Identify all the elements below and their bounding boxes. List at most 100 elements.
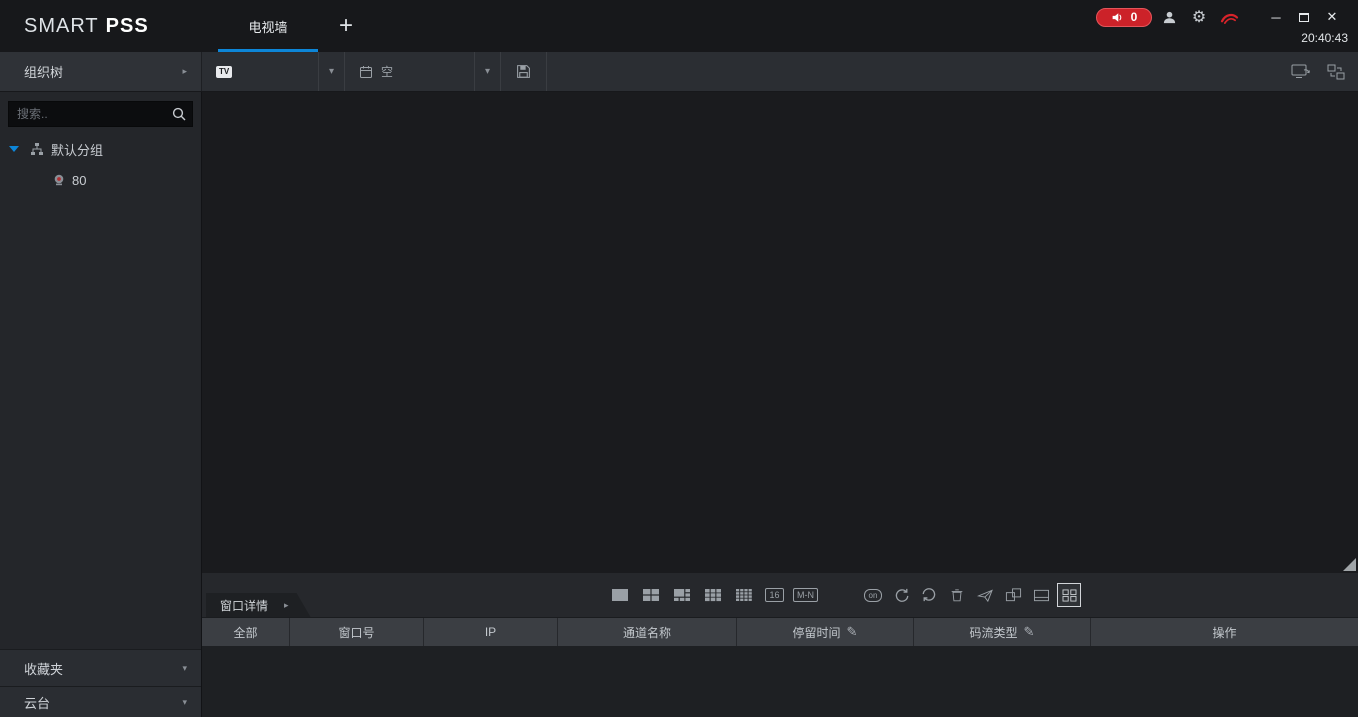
scheme-icon	[359, 65, 373, 79]
scheme-selected-text: 空	[381, 65, 394, 79]
split-1-button[interactable]	[606, 583, 633, 607]
split-6-button[interactable]	[668, 583, 695, 607]
screen-sync-icon	[1291, 63, 1310, 80]
col-header-stream-type: 码流类型 ✎	[914, 618, 1091, 646]
tree-device-item[interactable]: 80	[0, 165, 201, 195]
camera-icon	[52, 173, 66, 187]
tab-tv-wall[interactable]: 电视墙	[212, 0, 324, 52]
tab-active-underline	[218, 49, 318, 52]
scheme-select[interactable]: 空 ▾	[345, 52, 501, 91]
save-icon	[516, 64, 531, 79]
gear-icon: ⚙	[1191, 9, 1207, 26]
split-9-button[interactable]	[699, 583, 726, 607]
org-tree-panel-label: 组织树	[24, 65, 64, 80]
tree-group-default[interactable]: 默认分组	[0, 133, 201, 165]
ptz-panel-header[interactable]: 云台 ▾	[0, 686, 201, 717]
col-header-stay-time: 停留时间 ✎	[737, 618, 914, 646]
decode-on-button[interactable]: on	[861, 583, 885, 607]
scheme-select-arrow-icon: ▾	[474, 52, 500, 91]
send-icon	[976, 588, 993, 602]
stay-time-edit-icon[interactable]: ✎	[847, 624, 858, 640]
panel-collapse-arrow-icon: ▸	[182, 66, 187, 76]
screen-layout-icon	[1327, 64, 1345, 80]
col-header-ip-label: IP	[484, 625, 497, 639]
settings-button[interactable]: ⚙	[1186, 4, 1212, 30]
minimize-button[interactable]: ─	[1262, 4, 1290, 30]
stream-type-edit-icon[interactable]: ✎	[1024, 624, 1035, 640]
grid-view-icon	[1062, 588, 1076, 602]
window-details-tab[interactable]: 窗口详情 ▸	[206, 593, 311, 617]
col-header-operation-label: 操作	[1212, 625, 1237, 640]
alarm-badge-button[interactable]: 0	[1096, 7, 1152, 27]
col-header-stay-time-label: 停留时间	[792, 625, 841, 640]
split-custom-mn-button[interactable]: M-N	[792, 583, 819, 607]
wall-action-group: on	[861, 583, 1081, 607]
ptz-expand-arrow-icon: ▾	[182, 696, 187, 707]
search-input[interactable]	[8, 101, 193, 127]
tree-group-label: 默认分组	[51, 142, 104, 158]
col-header-all[interactable]: 全部	[202, 618, 290, 646]
ptz-label: 云台	[24, 695, 51, 711]
page-body: 默认分组 80 收藏夹 ▾ 云台 ▾	[0, 92, 1358, 717]
close-button[interactable]: ✕	[1318, 4, 1346, 30]
split-window-button[interactable]	[1001, 583, 1025, 607]
maximize-icon	[1299, 12, 1309, 22]
screen-sync-button[interactable]	[1286, 58, 1314, 86]
refresh-icon	[922, 588, 935, 602]
col-header-all-label: 全部	[233, 625, 258, 640]
tv-wall-select[interactable]: TV ▾	[202, 52, 345, 91]
brand-button[interactable]	[1216, 4, 1242, 30]
maximize-button[interactable]	[1290, 4, 1318, 30]
split-custom-16-button[interactable]: 16	[761, 583, 788, 607]
logo-smart: SMART	[24, 14, 99, 37]
col-header-stream-type-label: 码流类型	[969, 625, 1018, 640]
speaker-icon	[1111, 11, 1124, 24]
refresh-button[interactable]	[917, 583, 941, 607]
screen-layout-button[interactable]	[1322, 58, 1350, 86]
resize-handle[interactable]	[1343, 558, 1356, 571]
org-tree-icon	[30, 142, 44, 156]
wall-toolbar-right	[1286, 52, 1358, 91]
split-layout-group: 16 M-N	[606, 583, 819, 607]
grid-view-button[interactable]	[1057, 583, 1081, 607]
col-header-operation: 操作	[1091, 618, 1358, 646]
split-16-button[interactable]	[730, 583, 757, 607]
split-16-icon	[735, 589, 752, 601]
split-4-icon	[642, 589, 659, 601]
org-tree-panel-header[interactable]: 组织树 ▸	[0, 52, 202, 91]
tour-button[interactable]	[889, 583, 913, 607]
tv-icon: TV	[216, 65, 233, 78]
split-mn-label: M-N	[793, 588, 818, 602]
user-button[interactable]	[1156, 4, 1182, 30]
clear-button[interactable]	[945, 583, 969, 607]
favorites-expand-arrow-icon: ▾	[182, 662, 187, 673]
save-scheme-button[interactable]	[501, 52, 547, 91]
split-4-button[interactable]	[637, 583, 664, 607]
window-details-label: 窗口详情	[220, 598, 269, 613]
col-header-window-no-label: 窗口号	[338, 625, 375, 640]
split-9-icon	[704, 589, 721, 602]
search-icon[interactable]	[171, 106, 187, 122]
new-tab-button[interactable]: +	[324, 0, 368, 52]
apply-button[interactable]	[973, 583, 997, 607]
clock-text: 20:40:43	[1301, 31, 1348, 45]
info-bar-icon	[1033, 589, 1049, 601]
col-header-channel-name: 通道名称	[558, 618, 737, 646]
tab-tv-wall-label: 电视墙	[248, 19, 288, 35]
tv-wall-canvas[interactable]	[202, 92, 1358, 573]
col-header-window-no: 窗口号	[290, 618, 424, 646]
info-bar-button[interactable]	[1029, 583, 1053, 607]
alarm-count: 0	[1130, 10, 1138, 24]
window-details-table-header: 全部 窗口号 IP 通道名称 停留时间 ✎ 码流类型 ✎ 操作	[202, 617, 1358, 646]
tree-expander-icon[interactable]	[9, 146, 19, 152]
user-icon	[1162, 10, 1177, 25]
brand-swoosh-icon	[1220, 10, 1239, 25]
favorites-panel-header[interactable]: 收藏夹 ▾	[0, 649, 201, 686]
title-bar: SMART PSS 电视墙 + 0 ⚙ ─ ✕ 20:40:43	[0, 0, 1358, 52]
tv-wall-select-value: TV	[216, 65, 318, 78]
wall-control-toolbar: 16 M-N on 窗口详情 ▸	[202, 573, 1358, 617]
tour-icon	[895, 588, 908, 602]
tv-wall-select-arrow-icon: ▾	[318, 52, 344, 91]
split-window-icon	[1005, 588, 1021, 602]
